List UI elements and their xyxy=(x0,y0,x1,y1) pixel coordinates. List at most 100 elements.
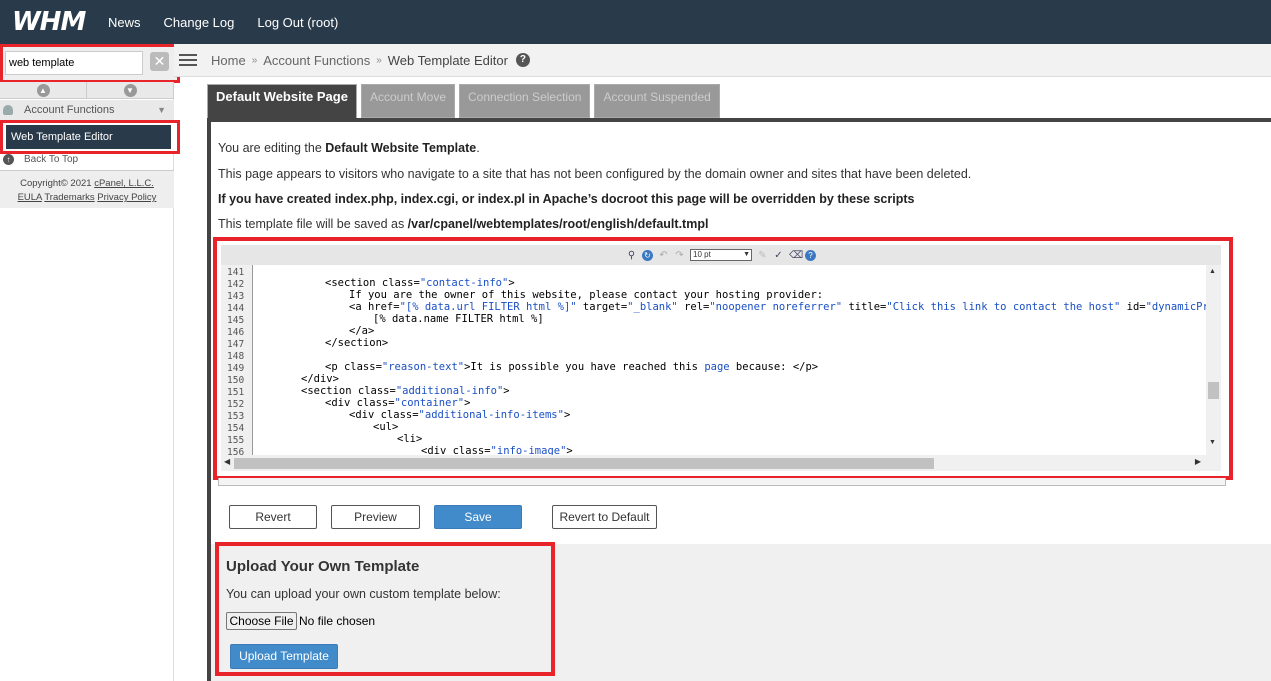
toggle-editor-icon[interactable]: ⌫ xyxy=(789,250,803,261)
change-log-link[interactable]: Change Log xyxy=(164,15,235,30)
upload-description: You can upload your own custom template … xyxy=(226,587,501,601)
tab-connection-selection[interactable]: Connection Selection xyxy=(459,84,591,118)
top-bar: WHM News Change Log Log Out (root) xyxy=(0,0,1271,44)
template-tabs: Default Website Page Account Move Connec… xyxy=(207,84,720,120)
collapse-up-button[interactable]: ▲ xyxy=(0,82,87,98)
search-input[interactable]: web template xyxy=(5,51,143,75)
breadcrumb-home[interactable]: Home xyxy=(211,53,246,68)
privacy-policy-link[interactable]: Privacy Policy xyxy=(97,192,156,203)
reset-highlight-icon[interactable]: ✓ xyxy=(773,250,784,261)
line-number: 153 xyxy=(227,411,245,422)
line-number: 155 xyxy=(227,435,245,446)
tab-account-suspended[interactable]: Account Suspended xyxy=(594,84,720,118)
code-line: <p class="reason-text">It is possible yo… xyxy=(325,361,819,373)
code-line: <a href="[% data.url FILTER html %]" tar… xyxy=(349,301,1221,313)
revert-to-default-button[interactable]: Revert to Default xyxy=(552,505,657,529)
code-line: <div class="container"> xyxy=(325,397,471,409)
code-line: [% data.name FILTER html %] xyxy=(373,313,544,325)
upload-title: Upload Your Own Template xyxy=(226,558,420,575)
back-to-top-link[interactable]: ↑ Back To Top xyxy=(0,150,174,168)
sidebar-item-web-template-editor[interactable]: Web Template Editor xyxy=(6,125,171,149)
font-size-select[interactable]: 10 pt xyxy=(690,249,752,261)
preview-button[interactable]: Preview xyxy=(331,505,420,529)
goto-line-icon[interactable]: ↻ xyxy=(642,249,653,261)
search-highlight: web template ✕ xyxy=(0,44,180,83)
editor-status-bar xyxy=(218,478,1226,486)
scroll-down-icon[interactable]: ▼ xyxy=(1209,439,1216,446)
line-number: 154 xyxy=(227,423,245,434)
saved-prefix: This template file will be saved as xyxy=(218,217,408,231)
search-icon[interactable]: ⚲ xyxy=(626,250,637,261)
template-name: Default Website Template xyxy=(325,141,477,155)
whm-logo[interactable]: WHM xyxy=(12,7,108,37)
no-file-label: No file chosen xyxy=(299,614,376,628)
user-icon xyxy=(3,105,13,115)
arrow-up-icon: ↑ xyxy=(3,153,14,165)
scroll-right-icon[interactable]: ▶ xyxy=(1195,457,1201,466)
tab-account-move[interactable]: Account Move xyxy=(360,84,456,118)
override-warning: If you have created index.php, index.cgi… xyxy=(218,192,915,206)
trademarks-link[interactable]: Trademarks xyxy=(44,192,94,203)
vertical-scrollbar[interactable]: ▲ ▼ xyxy=(1206,265,1221,455)
highlight-icon[interactable]: ✎ xyxy=(757,250,768,261)
nav-arrow-row: ▲ ▼ xyxy=(0,82,174,99)
revert-button[interactable]: Revert xyxy=(229,505,317,529)
top-nav: News Change Log Log Out (root) xyxy=(108,15,338,30)
line-number: 141 xyxy=(227,267,245,278)
line-number: 146 xyxy=(227,327,245,338)
scroll-up-icon[interactable]: ▲ xyxy=(1209,268,1216,275)
logout-link[interactable]: Log Out (root) xyxy=(257,15,338,30)
eula-link[interactable]: EULA xyxy=(18,192,42,203)
breadcrumb-current: Web Template Editor xyxy=(387,52,508,68)
menu-icon[interactable] xyxy=(179,51,197,69)
sidebar-category-account-functions[interactable]: Account Functions ▼ xyxy=(0,100,174,120)
tab-default-website-page[interactable]: Default Website Page xyxy=(207,84,357,120)
line-number: 152 xyxy=(227,399,245,410)
horizontal-scroll-thumb[interactable] xyxy=(234,458,934,469)
horizontal-scrollbar[interactable]: ◀ ▶ xyxy=(221,455,1221,471)
editing-text: You are editing the Default Website Temp… xyxy=(218,141,480,155)
clear-search-icon[interactable]: ✕ xyxy=(150,52,169,71)
code-line: If you are the owner of this website, pl… xyxy=(349,289,824,301)
breadcrumb: Home » Account Functions » Web Template … xyxy=(211,53,530,68)
cpanel-link[interactable]: cPanel, L.L.C. xyxy=(94,178,154,189)
breadcrumb-account-functions[interactable]: Account Functions xyxy=(263,53,370,68)
code-line: </section> xyxy=(325,337,389,349)
line-number: 149 xyxy=(227,363,245,374)
code-line: <li> xyxy=(397,433,423,445)
code-area[interactable]: 141 142 143 144 145 146 147 148 149 150 … xyxy=(221,265,1221,455)
line-number-gutter: 141 142 143 144 145 146 147 148 149 150 … xyxy=(221,265,253,455)
code-editor-highlight: ⚲ ↻ ↶ ↷ 10 pt ✎ ✓ ⌫ ? 141 142 143 144 14… xyxy=(213,237,1233,480)
help-icon[interactable]: ? xyxy=(805,249,816,261)
code-line: <div class="info-image"> xyxy=(421,445,573,455)
copyright-text: Copyright© 2021 xyxy=(20,178,92,189)
scroll-left-icon[interactable]: ◀ xyxy=(224,457,230,466)
sidebar: web template ✕ ▲ ▼ Account Functions ▼ W… xyxy=(0,44,180,681)
line-number: 156 xyxy=(227,447,245,455)
breadcrumb-bar: Home » Account Functions » Web Template … xyxy=(174,44,1271,77)
caret-down-icon: ▼ xyxy=(157,105,166,115)
code-line: <div class="additional-info-items"> xyxy=(349,409,571,421)
line-number: 147 xyxy=(227,339,245,350)
help-icon[interactable]: ? xyxy=(515,53,530,67)
chevron-down-icon: ▼ xyxy=(123,83,137,97)
line-number: 144 xyxy=(227,303,245,314)
appears-text: This page appears to visitors who naviga… xyxy=(218,167,972,181)
back-to-top-label: Back To Top xyxy=(24,153,79,165)
redo-icon[interactable]: ↷ xyxy=(674,250,685,261)
save-button[interactable]: Save xyxy=(434,505,522,529)
line-number: 150 xyxy=(227,375,245,386)
sidebar-footer: Copyright© 2021 cPanel, L.L.C. EULA Trad… xyxy=(0,170,174,208)
editing-prefix: You are editing the xyxy=(218,141,326,155)
vertical-scroll-thumb[interactable] xyxy=(1208,382,1219,399)
expand-down-button[interactable]: ▼ xyxy=(87,82,174,98)
upload-template-button[interactable]: Upload Template xyxy=(230,644,338,669)
sidebar-category-label: Account Functions xyxy=(24,104,115,116)
active-item-highlight: Web Template Editor xyxy=(0,120,180,154)
undo-icon[interactable]: ↶ xyxy=(658,250,669,261)
code-line: <section class="contact-info"> xyxy=(325,277,515,289)
news-link[interactable]: News xyxy=(108,15,141,30)
code-line: </div> xyxy=(301,373,339,385)
code-line: <ul> xyxy=(373,421,399,433)
choose-file-button[interactable]: Choose File xyxy=(226,612,297,630)
